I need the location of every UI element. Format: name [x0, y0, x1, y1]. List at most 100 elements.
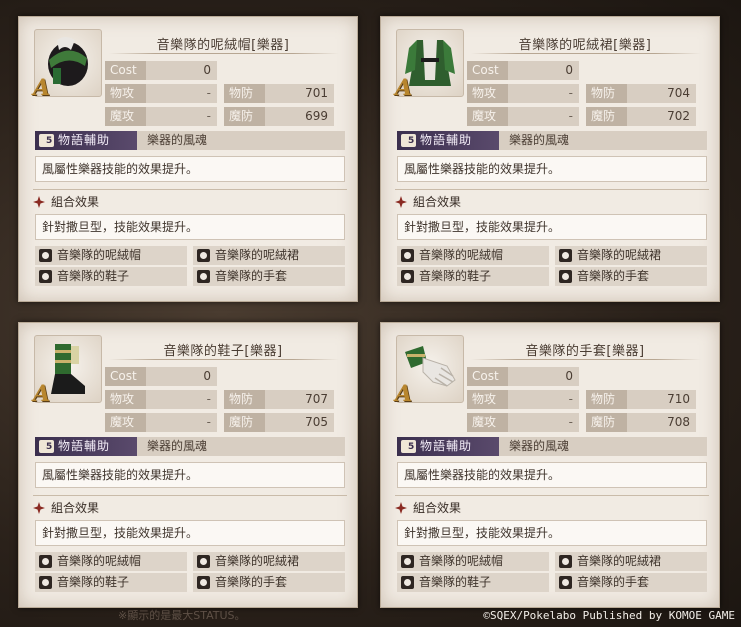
rank-badge: A — [33, 75, 51, 101]
set-item-hat: 音樂隊的呢絨帽 — [35, 246, 187, 265]
item-name: 音樂隊的手套[樂器] — [525, 344, 645, 359]
glove-slot-icon — [197, 270, 210, 283]
combo-description: 針對撒旦型，技能效果提升。 — [35, 520, 345, 546]
set-item-glove: 音樂隊的手套 — [193, 573, 345, 592]
coat-slot-icon — [197, 249, 210, 262]
stat-value: 710 — [667, 392, 690, 406]
stat-physical-defense: 物防 710 — [586, 390, 696, 409]
stat-cost: Cost 0 — [467, 367, 579, 386]
stat-value: 707 — [305, 392, 328, 406]
stat-label: 魔防 — [586, 107, 627, 126]
combo-description: 針對撒旦型，技能效果提升。 — [35, 214, 345, 240]
combo-cross-icon — [395, 502, 407, 514]
stat-label: Cost — [467, 61, 508, 80]
boots-slot-icon — [401, 270, 414, 283]
stat-value: - — [206, 86, 211, 100]
equipment-card-glove: A 音樂隊的手套[樂器] Cost 0 物攻 - 魔攻 - 物防 710 魔防 708 物… — [380, 322, 720, 608]
set-item-label: 音樂隊的呢絨帽 — [419, 554, 504, 568]
divider — [33, 495, 347, 496]
story-support-name: 樂器的風魂 — [509, 133, 570, 147]
stat-cost: Cost 0 — [105, 61, 217, 80]
combo-heading: 組合效果 — [395, 193, 461, 211]
story-support-name: 樂器的風魂 — [509, 439, 570, 453]
stat-cost: Cost 0 — [467, 61, 579, 80]
stat-magic-defense: 魔防 702 — [586, 107, 696, 126]
item-name: 音樂隊的呢絨裙[樂器] — [518, 38, 652, 53]
copyright-text: ©SQEX/Pokelabo Published by KOMOE GAME — [483, 609, 735, 622]
boots-slot-icon — [39, 270, 52, 283]
story-support-row: 物語輔助 樂器的風魂 — [35, 131, 345, 150]
coat-slot-icon — [559, 249, 572, 262]
story-support-row: 物語輔助 樂器的風魂 — [397, 131, 707, 150]
divider — [471, 359, 701, 360]
stat-label: 物防 — [224, 390, 265, 409]
book-icon — [401, 134, 416, 147]
item-name: 音樂隊的呢絨帽[樂器] — [156, 38, 290, 53]
set-item-label: 音樂隊的呢絨裙 — [215, 248, 300, 262]
stat-label: 物攻 — [467, 84, 508, 103]
combo-label: 組合效果 — [51, 195, 100, 209]
story-support-row: 物語輔助 樂器的風魂 — [35, 437, 345, 456]
coat-slot-icon — [559, 555, 572, 568]
set-item-glove: 音樂隊的手套 — [193, 267, 345, 286]
rank-badge: A — [33, 381, 51, 407]
story-support-name: 樂器的風魂 — [147, 439, 208, 453]
stat-value: - — [568, 109, 573, 123]
stat-label: 物攻 — [467, 390, 508, 409]
combo-description: 針對撒旦型，技能效果提升。 — [397, 214, 707, 240]
combo-heading: 組合效果 — [395, 499, 461, 517]
divider — [471, 53, 701, 54]
item-name: 音樂隊的鞋子[樂器] — [163, 344, 283, 359]
stat-value: 0 — [203, 63, 211, 77]
hat-slot-icon — [401, 555, 414, 568]
stat-label: 魔防 — [586, 413, 627, 432]
hat-slot-icon — [39, 555, 52, 568]
set-item-hat: 音樂隊的呢絨帽 — [397, 246, 549, 265]
coat-slot-icon — [197, 555, 210, 568]
stat-label: 物防 — [586, 390, 627, 409]
set-item-glove: 音樂隊的手套 — [555, 267, 707, 286]
equipment-card-boots: A 音樂隊的鞋子[樂器] Cost 0 物攻 - 魔攻 - 物防 707 魔防 705 物… — [18, 322, 358, 608]
support-description: 風屬性樂器技能的效果提升。 — [397, 462, 707, 488]
stat-physical-defense: 物防 704 — [586, 84, 696, 103]
story-support-row: 物語輔助 樂器的風魂 — [397, 437, 707, 456]
combo-cross-icon — [33, 196, 45, 208]
set-item-label: 音樂隊的呢絨帽 — [419, 248, 504, 262]
stat-magic-attack: 魔攻 - — [467, 107, 579, 126]
rank-badge: A — [395, 75, 413, 101]
combo-description: 針對撒旦型，技能效果提升。 — [397, 520, 707, 546]
set-item-label: 音樂隊的呢絨裙 — [215, 554, 300, 568]
set-item-label: 音樂隊的鞋子 — [419, 269, 492, 283]
equipment-card-coat: A 音樂隊的呢絨裙[樂器] Cost 0 物攻 - 魔攻 - 物防 704 魔防 702 … — [380, 16, 720, 302]
glove-slot-icon — [559, 270, 572, 283]
stat-value: 704 — [667, 86, 690, 100]
combo-heading: 組合效果 — [33, 499, 99, 517]
set-item-label: 音樂隊的呢絨裙 — [577, 554, 662, 568]
story-support-name: 樂器的風魂 — [147, 133, 208, 147]
hat-slot-icon — [39, 249, 52, 262]
stat-label: 魔防 — [224, 413, 265, 432]
stat-label: 魔攻 — [105, 413, 146, 432]
glove-slot-icon — [559, 576, 572, 589]
combo-cross-icon — [33, 502, 45, 514]
combo-label: 組合效果 — [51, 501, 100, 515]
stat-value: 0 — [565, 369, 573, 383]
story-support-label: 物語輔助 — [420, 133, 473, 147]
stat-value: 702 — [667, 109, 690, 123]
stat-label: 物防 — [224, 84, 265, 103]
book-icon — [401, 440, 416, 453]
stat-magic-defense: 魔防 705 — [224, 413, 334, 432]
combo-cross-icon — [395, 196, 407, 208]
boots-slot-icon — [39, 576, 52, 589]
stat-physical-attack: 物攻 - — [105, 390, 217, 409]
combo-label: 組合效果 — [413, 501, 462, 515]
glove-slot-icon — [197, 576, 210, 589]
stat-value: 0 — [565, 63, 573, 77]
stat-label: 物防 — [586, 84, 627, 103]
combo-heading: 組合效果 — [33, 193, 99, 211]
set-item-label: 音樂隊的手套 — [577, 575, 650, 589]
set-item-boots: 音樂隊的鞋子 — [397, 573, 549, 592]
stat-physical-attack: 物攻 - — [467, 390, 579, 409]
stat-value: - — [568, 86, 573, 100]
stat-value: 699 — [305, 109, 328, 123]
